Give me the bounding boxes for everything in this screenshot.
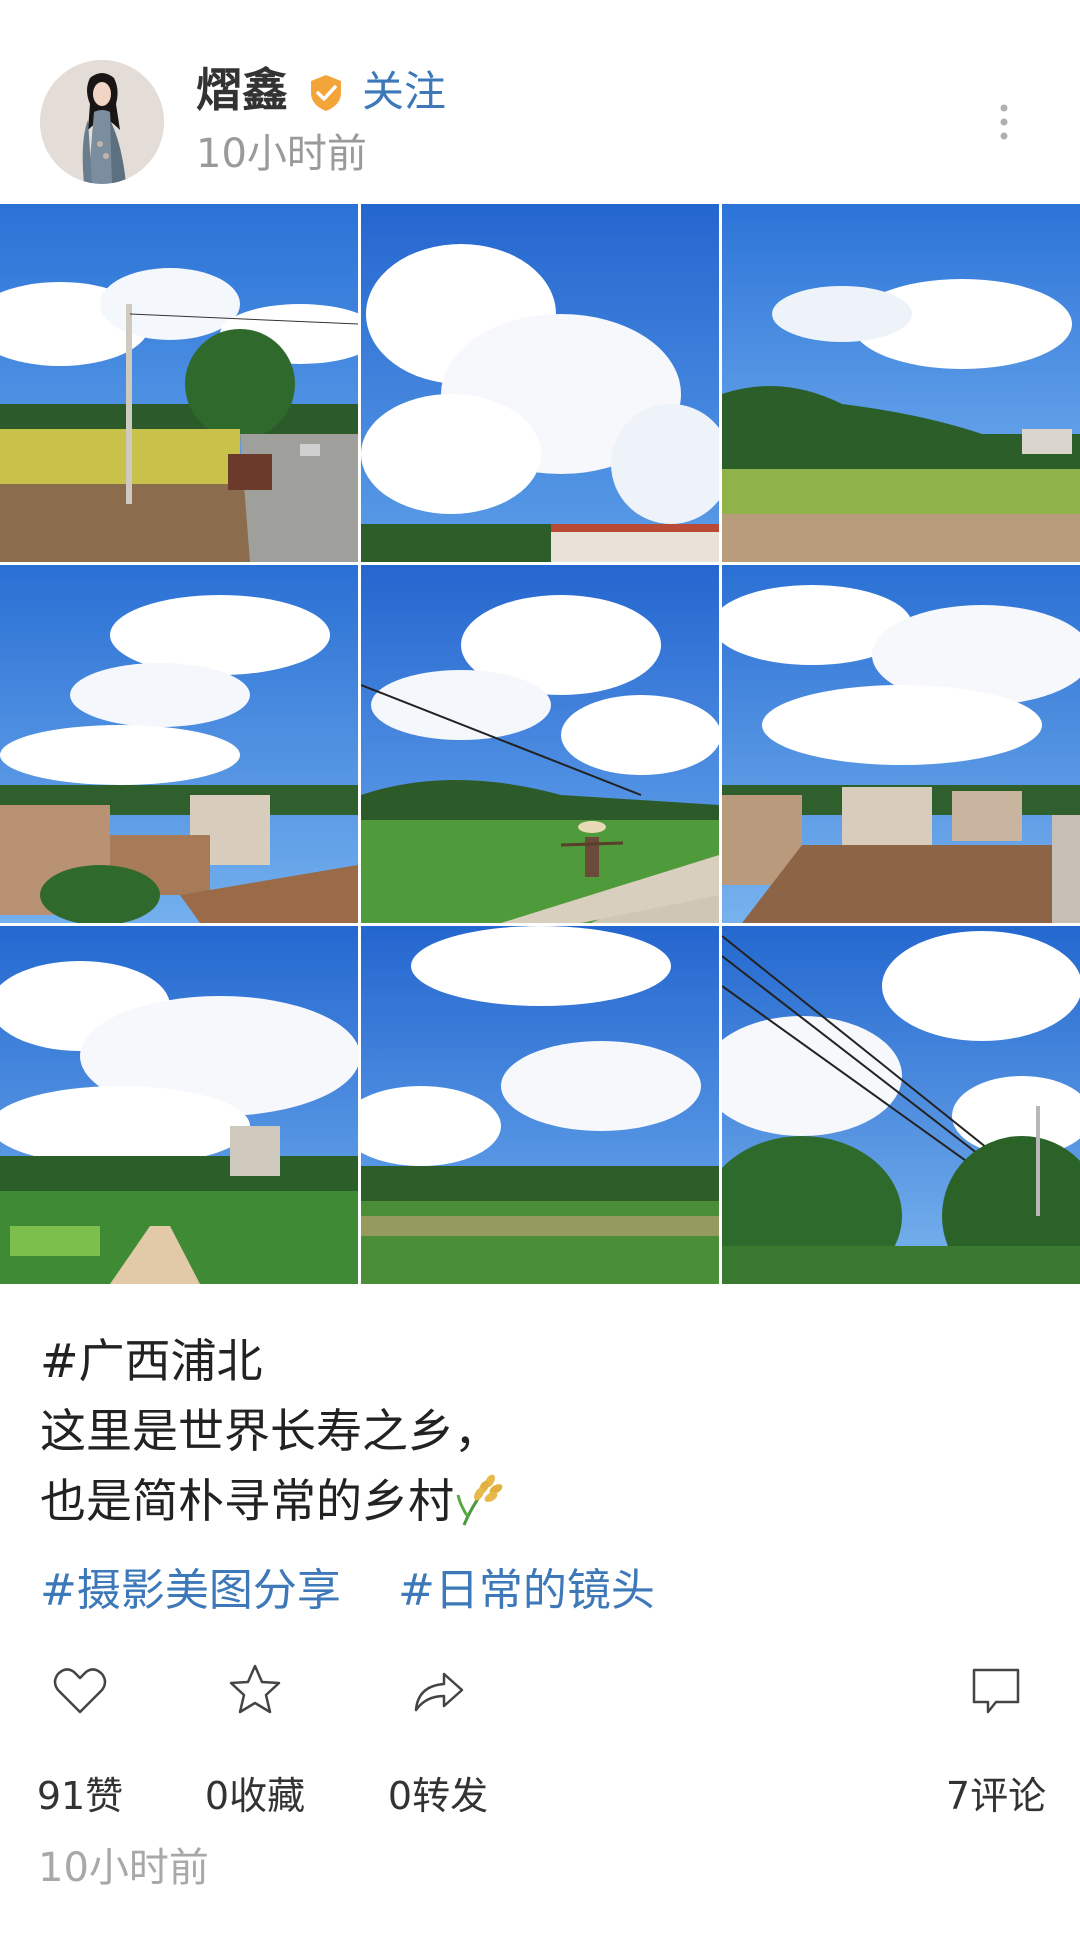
- avatar[interactable]: [40, 60, 164, 184]
- like-count: 91赞: [36, 1774, 124, 1818]
- photo-1[interactable]: [0, 204, 358, 562]
- action-bar: 91赞 0收藏 0转发 7评论: [0, 1660, 1080, 1830]
- photo-6[interactable]: [722, 565, 1080, 923]
- caption-line-2: 这里是世界长寿之乡，: [40, 1404, 500, 1458]
- photo-8[interactable]: [361, 926, 719, 1284]
- tag-photography[interactable]: #摄影美图分享: [40, 1556, 341, 1626]
- follow-button[interactable]: 关注: [362, 64, 446, 120]
- photo-7[interactable]: [0, 926, 358, 1284]
- share-arrow-icon: [414, 1672, 464, 1712]
- star-icon: [229, 1664, 281, 1714]
- post-header: 熠鑫 关注 10小时前: [0, 0, 1080, 200]
- comment-button[interactable]: 7评论: [916, 1660, 1076, 1820]
- topic-tags: #摄影美图分享 #日常的镜头: [40, 1556, 707, 1626]
- post-time: 10小时前: [196, 131, 367, 177]
- more-vertical-icon[interactable]: [990, 100, 1018, 148]
- heart-icon: [53, 1668, 107, 1714]
- comment-bubble-icon: [972, 1668, 1020, 1714]
- favorite-button[interactable]: 0收藏: [175, 1660, 335, 1820]
- post-caption: #广西浦北 这里是世界长寿之乡， 也是简朴寻常的乡村: [40, 1326, 1040, 1536]
- photo-2[interactable]: [361, 204, 719, 562]
- like-button[interactable]: 91赞: [0, 1660, 160, 1820]
- favorite-count: 0收藏: [204, 1774, 306, 1818]
- tag-daily-lens[interactable]: #日常的镜头: [398, 1556, 655, 1626]
- share-count: 0转发: [387, 1774, 489, 1818]
- share-button[interactable]: 0转发: [358, 1660, 518, 1820]
- author-name[interactable]: 熠鑫: [196, 62, 288, 118]
- post-time-footer: 10小时前: [38, 1845, 209, 1891]
- post-detail-page: 熠鑫 关注 10小时前 #广西浦北 这里是世界长寿之乡， 也是简朴寻常的乡村 #…: [0, 0, 1080, 1949]
- rice-ear-icon: [454, 1471, 506, 1527]
- verified-check-icon: [308, 74, 344, 112]
- photo-grid: [0, 204, 1080, 1284]
- photo-4[interactable]: [0, 565, 358, 923]
- comment-count: 7评论: [945, 1774, 1047, 1818]
- caption-line-3-row: 也是简朴寻常的乡村: [40, 1466, 1040, 1536]
- caption-line-1: #广西浦北: [40, 1334, 263, 1388]
- photo-9[interactable]: [722, 926, 1080, 1284]
- photo-5[interactable]: [361, 565, 719, 923]
- caption-line-3: 也是简朴寻常的乡村: [40, 1474, 454, 1528]
- photo-3[interactable]: [722, 204, 1080, 562]
